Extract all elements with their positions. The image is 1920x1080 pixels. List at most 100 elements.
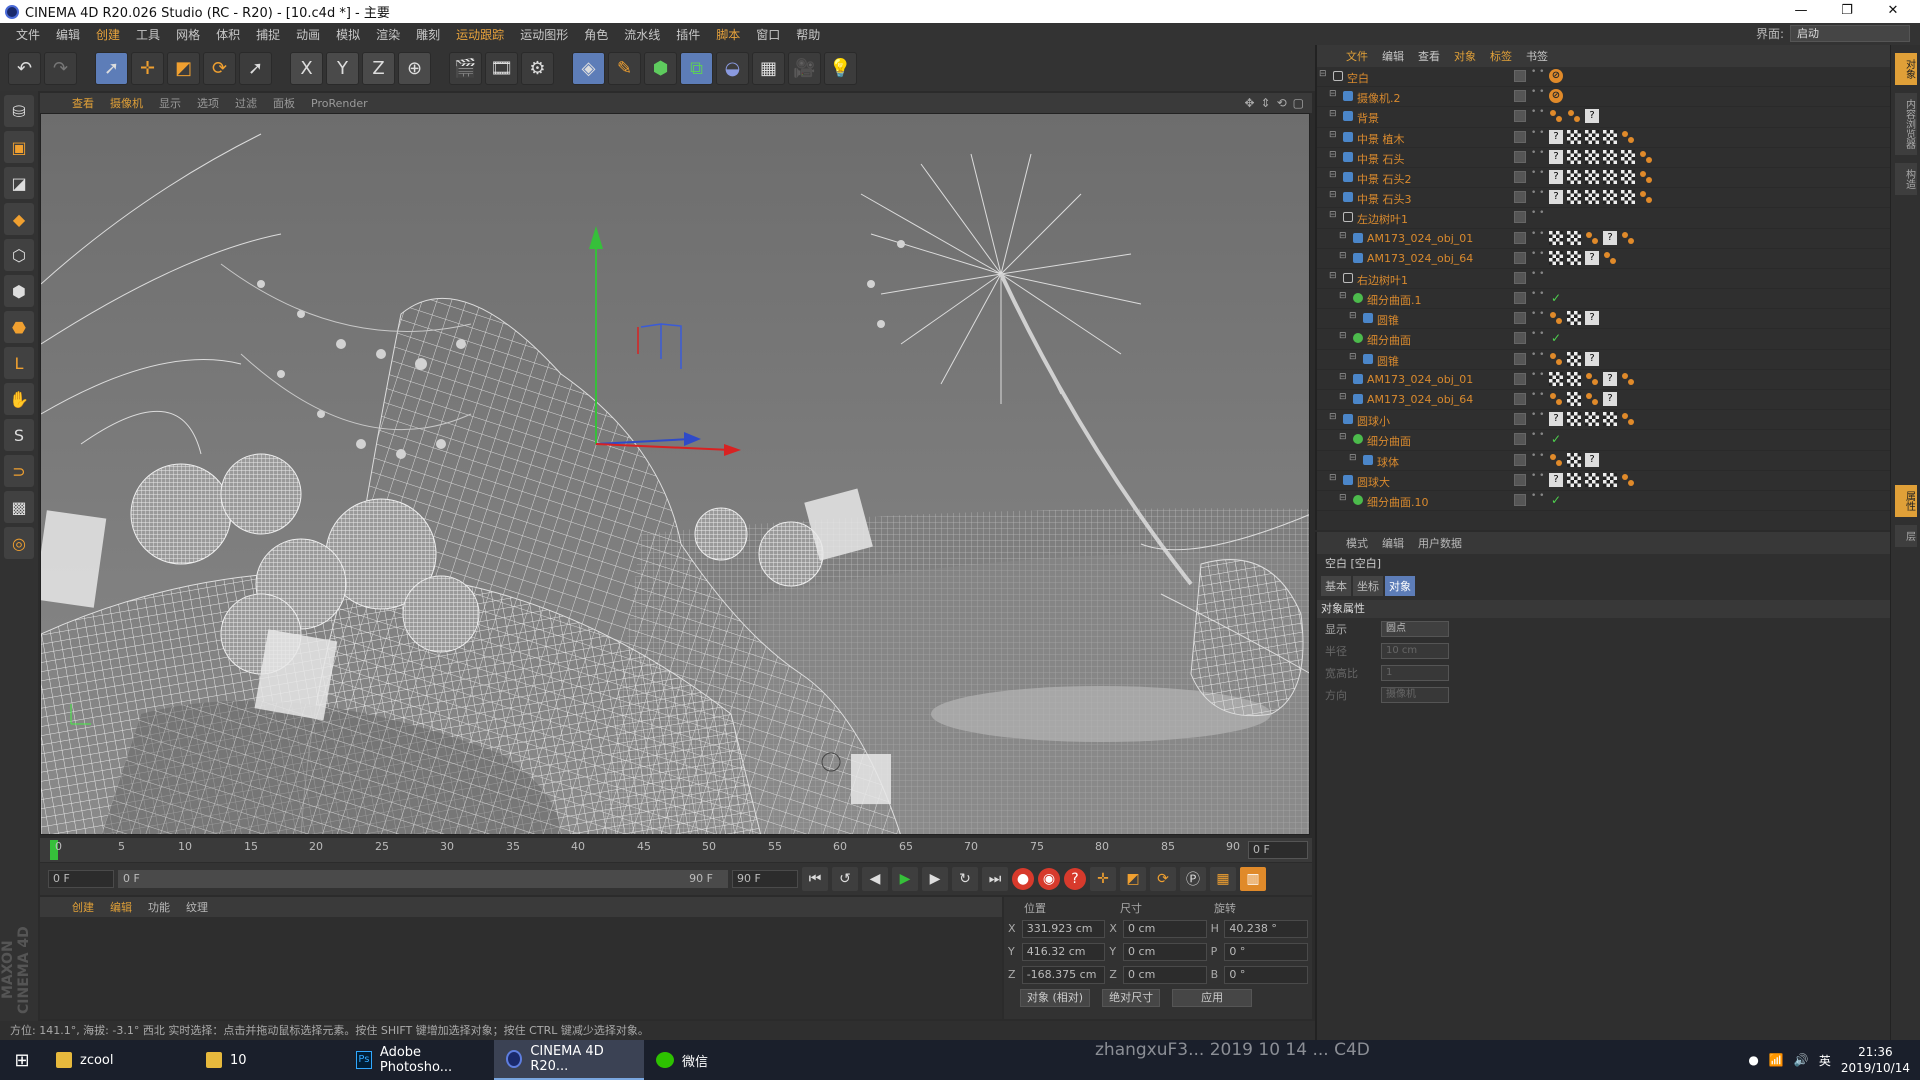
object-row[interactable]: ⊟ 圆球大 • •? [1317,471,1890,491]
layer-toggle[interactable] [1514,70,1526,82]
size-x-field[interactable]: 0 cm [1123,919,1207,938]
object-row[interactable]: ⊟ 中景 石头3 • •? [1317,188,1890,209]
layer-toggle[interactable] [1514,453,1526,466]
key-pla-button[interactable]: ▦ [1210,867,1236,891]
checkmark-icon[interactable]: ✓ [1549,493,1563,507]
object-row[interactable]: ⊟ 球体 • •? [1317,451,1890,471]
material-tag-icon[interactable] [1585,129,1599,144]
taskbar-item-cinema4d[interactable]: CINEMA 4D R20... [494,1040,644,1080]
expand-icon[interactable]: ⊟ [1319,69,1327,79]
visibility-dots-icon[interactable]: • • [1531,148,1544,157]
material-tag-icon[interactable] [1603,472,1617,487]
orientation-dropdown[interactable]: 摄像机 [1381,687,1449,703]
layer-toggle[interactable] [1514,271,1526,284]
material-menu-edit[interactable]: 编辑 [102,899,140,915]
material-tag-icon[interactable] [1567,351,1581,366]
material-menu-texture[interactable]: 纹理 [178,899,216,915]
material-tag-icon[interactable] [1603,190,1617,205]
auto-key-button[interactable]: ◉ [1038,868,1060,890]
unknown-tag-icon[interactable]: ? [1585,250,1599,265]
object-row[interactable]: ⊟ 中景 石头 • •? [1317,148,1890,168]
attr-tab-object[interactable]: 对象 [1385,576,1415,596]
size-mode-dropdown[interactable]: 绝对尺寸 [1102,989,1161,1007]
go-to-start-button[interactable]: ⏮ [802,867,828,891]
key-rotation-button[interactable]: ⟳ [1150,867,1176,891]
material-tag-icon[interactable] [1585,190,1599,205]
object-row[interactable]: ⊟ 中景 石头2 • •? [1317,168,1890,189]
attr-tab-basic[interactable]: 基本 [1321,576,1351,596]
dock-tab-structure[interactable]: 构造 [1894,163,1917,195]
prev-key-button[interactable]: ↺ [832,867,858,891]
radius-field[interactable]: 10 cm [1381,643,1449,659]
expand-icon[interactable]: ⊟ [1329,190,1337,200]
maximize-button[interactable]: ❐ [1824,0,1870,23]
grid-lock-button[interactable]: ▩ [4,491,34,523]
checkmark-icon[interactable]: ✓ [1549,331,1563,345]
layer-toggle[interactable] [1514,372,1526,385]
layer-toggle[interactable] [1514,110,1526,123]
material-tag-icon[interactable] [1567,250,1581,265]
expand-icon[interactable]: ⊟ [1339,493,1347,503]
points-mode-button[interactable]: ⬡ [4,239,34,271]
material-tag-icon[interactable] [1567,190,1581,205]
object-menu-tags[interactable]: 标签 [1483,48,1519,64]
unknown-tag-icon[interactable]: ? [1549,472,1563,487]
coordinate-system-button[interactable]: ⊕ [398,51,431,85]
unknown-tag-icon[interactable]: ? [1603,371,1617,386]
object-row[interactable]: ⊟ 细分曲面 • • ✓ [1317,430,1890,451]
menu-tools[interactable]: 工具 [128,26,168,43]
coord-mode-dropdown[interactable]: 对象 (相对) [1020,989,1091,1007]
menu-render[interactable]: 渲染 [368,26,408,43]
expand-icon[interactable]: ⊟ [1339,331,1347,341]
material-tag-icon[interactable] [1567,392,1581,406]
material-tag-icon[interactable] [1567,230,1581,245]
apply-button[interactable]: 应用 [1172,989,1253,1007]
layer-toggle[interactable] [1514,413,1526,426]
tray-clock[interactable]: 21:36 2019/10/14 [1841,1044,1910,1076]
layer-toggle[interactable] [1514,292,1526,305]
axis-mode-button[interactable]: L [4,347,34,379]
phong-tag-icon[interactable] [1549,109,1563,123]
material-tag-icon[interactable] [1621,169,1635,184]
layout-dropdown[interactable]: 启动 [1790,25,1910,42]
material-tag-icon[interactable] [1603,149,1617,164]
layer-toggle[interactable] [1514,251,1526,264]
material-tag-icon[interactable] [1567,149,1581,164]
render-view-button[interactable]: 🎬 [449,51,482,85]
menu-sculpt[interactable]: 雕刻 [408,26,448,43]
material-tag-icon[interactable] [1549,230,1563,245]
attr-menu-userdata[interactable]: 用户数据 [1411,535,1469,551]
object-row[interactable]: ⊟ 空白 • • ⊘ [1317,67,1890,88]
unknown-tag-icon[interactable]: ? [1603,392,1617,406]
phong-tag-icon[interactable] [1549,311,1563,325]
phong-tag-icon[interactable] [1549,453,1563,467]
dock-tab-content-browser[interactable]: 内容浏览器 [1894,93,1917,155]
material-tag-icon[interactable] [1549,250,1563,265]
visibility-dots-icon[interactable]: • • [1531,269,1544,278]
expand-icon[interactable]: ⊟ [1329,109,1337,119]
material-tag-icon[interactable] [1567,371,1581,386]
object-row[interactable]: ⊟ 右边树叶1 • • [1317,269,1890,290]
play-button[interactable]: ▶ [892,867,918,891]
material-tag-icon[interactable] [1585,412,1599,427]
object-row[interactable]: ⊟ 圆锥 • •? [1317,309,1890,330]
timeline-ruler[interactable]: 0 5 10 15 20 25 30 35 40 45 50 55 60 65 … [40,838,1312,862]
expand-icon[interactable]: ⊟ [1339,372,1347,382]
taskbar-item-photoshop[interactable]: Ps Adobe Photosho... [344,1040,494,1080]
visibility-dots-icon[interactable]: • • [1531,189,1544,198]
position-y-field[interactable]: 416.32 cm [1021,942,1106,961]
rotate-tool-button[interactable]: ⟳ [203,51,236,85]
phong-tag-icon[interactable] [1621,473,1635,487]
material-tag-icon[interactable] [1603,129,1617,144]
expand-icon[interactable]: ⊟ [1339,392,1347,402]
rotation-p-field[interactable]: 0 ° [1224,942,1308,961]
move-tool-button[interactable]: ✛ [131,51,164,85]
object-row[interactable]: ⊟ 中景 植木 • •? [1317,128,1890,148]
tweak-button[interactable]: ✋ [4,383,34,415]
recent-tool-button[interactable]: ➚ [239,51,272,85]
attr-menu-edit[interactable]: 编辑 [1375,535,1411,551]
go-to-end-button[interactable]: ⏭ [982,867,1008,891]
menu-help[interactable]: 帮助 [788,26,828,43]
cube-button[interactable]: ◈ [572,51,605,85]
object-row[interactable]: ⊟ AM173_024_obj_01 • •? [1317,229,1890,249]
